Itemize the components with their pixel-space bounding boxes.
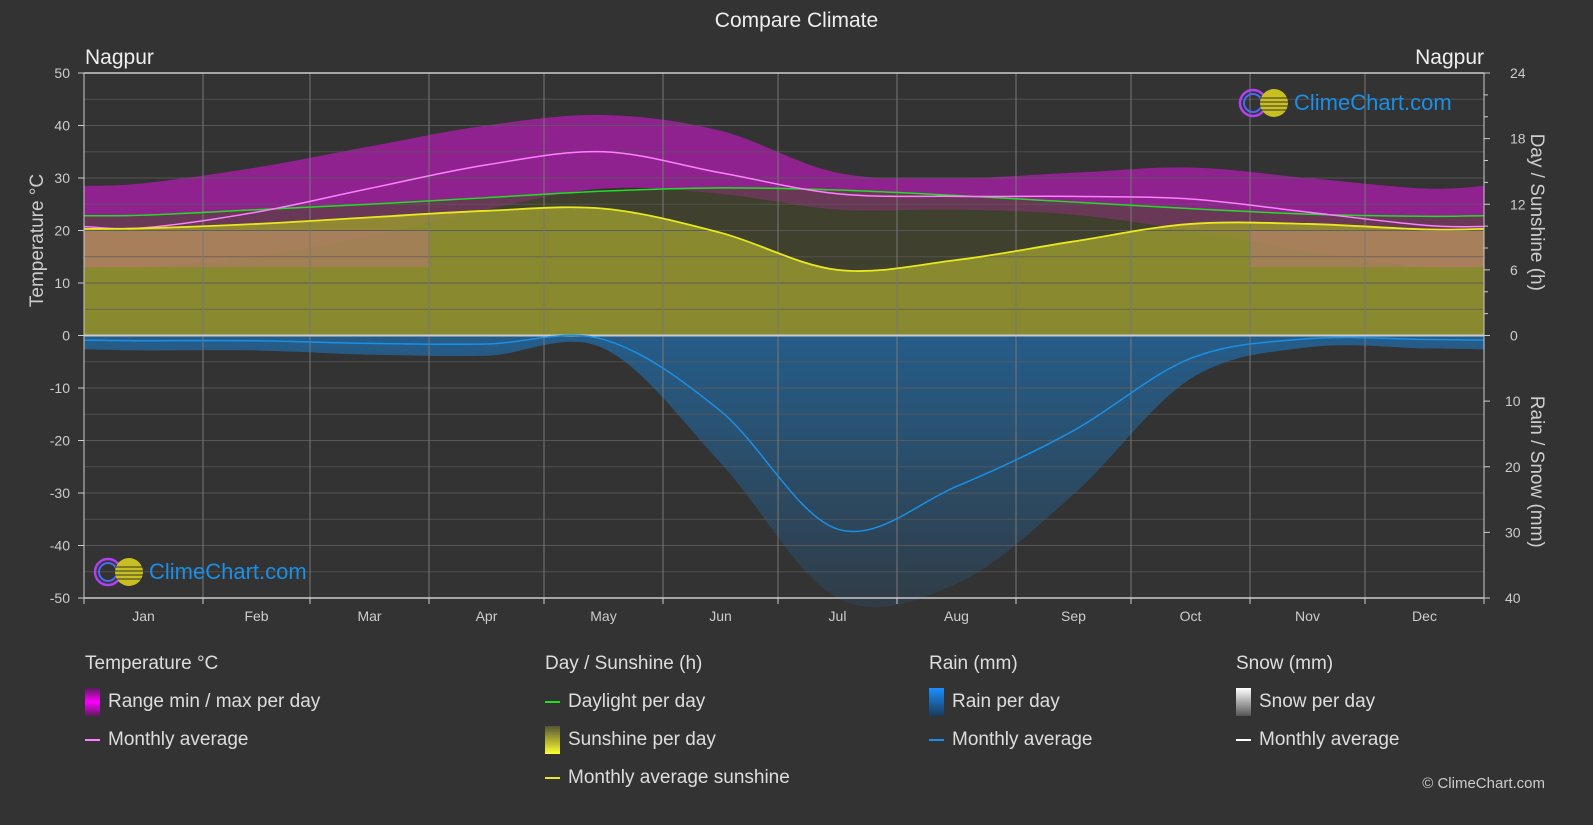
- left-axis-tick-label: 50: [54, 65, 70, 81]
- left-axis-tick-label: 30: [54, 170, 70, 186]
- left-axis-tick-label: -40: [50, 538, 70, 554]
- legend-label: Monthly average sunshine: [568, 767, 790, 788]
- legend-item-temp-range: Range min / max per day: [85, 688, 321, 716]
- legend-item-sunshine-avg: Monthly average sunshine: [545, 767, 790, 789]
- legend-item-rain-avg: Monthly average: [929, 729, 1092, 751]
- legend-label: Sunshine per day: [568, 729, 716, 750]
- temp-avg-line-icon: [85, 739, 100, 741]
- right-axis-tick-label: 30: [1505, 524, 1521, 540]
- snow-swatch-icon: [1236, 688, 1251, 716]
- right-axis-tick-label: 24: [1510, 65, 1526, 81]
- chart-title: Compare Climate: [714, 9, 879, 32]
- legend-label: Daylight per day: [568, 691, 706, 712]
- x-axis-tick-label: Oct: [1180, 608, 1202, 624]
- legend-label: Snow per day: [1259, 691, 1376, 712]
- legend-item-snow-avg: Monthly average: [1236, 729, 1399, 751]
- legend-header: Day / Sunshine (h): [545, 653, 703, 674]
- city-label-right: Nagpur: [1415, 46, 1484, 69]
- temp-sunshine-overlap-right: [1250, 230, 1484, 268]
- copyright: © ClimeChart.com: [1422, 775, 1545, 792]
- right-axis-tick-label: 0: [1510, 328, 1518, 344]
- sunshine-swatch-icon: [545, 726, 560, 754]
- right-axis-title-hours: Day / Sunshine (h): [1526, 134, 1547, 291]
- left-axis-title: Temperature °C: [27, 174, 48, 307]
- left-axis-tick-label: -20: [50, 433, 70, 449]
- x-axis-tick-label: Apr: [476, 608, 498, 624]
- watermark-logo-top[interactable]: ClimeChart.com: [1238, 88, 1452, 118]
- right-axis-tick-label: 40: [1505, 590, 1521, 606]
- left-axis-tick-label: 20: [54, 223, 70, 239]
- snow-avg-line-icon: [1236, 739, 1251, 741]
- temp-range-swatch-icon: [85, 688, 100, 716]
- x-axis-tick-label: Mar: [357, 608, 381, 624]
- rain-swatch-icon: [929, 688, 944, 716]
- x-axis-tick-label: Aug: [944, 608, 969, 624]
- right-axis-tick-label: 12: [1510, 196, 1526, 212]
- daylight-line-icon: [545, 701, 560, 703]
- right-axis-tick-label: 18: [1510, 131, 1526, 147]
- legend-item-daylight: Daylight per day: [545, 691, 790, 713]
- right-axis-title-mm: Rain / Snow (mm): [1526, 396, 1547, 548]
- legend-snow: Snow (mm) Snow per day Monthly average: [1236, 653, 1399, 767]
- left-axis-tick-label: 10: [54, 275, 70, 291]
- x-axis-tick-label: Jul: [829, 608, 847, 624]
- legend-rain: Rain (mm) Rain per day Monthly average: [929, 653, 1092, 767]
- legend-label: Monthly average: [952, 729, 1093, 750]
- left-axis-tick-label: -30: [50, 485, 70, 501]
- sunshine-avg-line-icon: [545, 777, 560, 779]
- legend-header: Rain (mm): [929, 653, 1018, 674]
- temp-sunshine-overlap-left: [84, 230, 429, 268]
- legend-label: Rain per day: [952, 691, 1060, 712]
- city-label-left: Nagpur: [85, 46, 154, 69]
- left-axis-tick-label: 40: [54, 118, 70, 134]
- legend-item-snow: Snow per day: [1236, 688, 1399, 716]
- x-axis-tick-label: Jun: [709, 608, 732, 624]
- legend-header: Snow (mm): [1236, 653, 1334, 674]
- right-axis-tick-label: 6: [1510, 262, 1518, 278]
- x-axis-tick-label: Nov: [1295, 608, 1320, 624]
- x-axis-tick-label: Jan: [132, 608, 155, 624]
- left-axis-tick-label: 0: [62, 328, 70, 344]
- legend-item-temp-avg: Monthly average: [85, 729, 320, 751]
- x-axis-tick-label: May: [590, 608, 616, 624]
- left-axis-tick-label: -10: [50, 380, 70, 396]
- x-axis-tick-label: Feb: [244, 608, 268, 624]
- right-axis-tick-label: 20: [1505, 459, 1521, 475]
- left-axis-tick-label: -50: [50, 590, 70, 606]
- legend-item-rain: Rain per day: [929, 688, 1092, 716]
- climechart-logo-icon: [93, 557, 143, 587]
- watermark-logo-bottom[interactable]: ClimeChart.com: [93, 557, 307, 587]
- legend-header: Temperature °C: [85, 653, 219, 674]
- legend-sunshine: Day / Sunshine (h) Daylight per day Suns…: [545, 653, 790, 805]
- rain-avg-line-icon: [929, 739, 944, 741]
- climechart-logo-icon: [1238, 88, 1288, 118]
- x-axis-tick-label: Dec: [1412, 608, 1437, 624]
- watermark-text: ClimeChart.com: [149, 559, 307, 584]
- legend-label: Monthly average: [108, 729, 249, 750]
- legend-item-sunshine: Sunshine per day: [545, 726, 790, 754]
- x-axis-tick-label: Sep: [1061, 608, 1086, 624]
- right-axis-tick-label: 10: [1505, 393, 1521, 409]
- legend-label: Monthly average: [1259, 729, 1400, 750]
- legend-label: Range min / max per day: [108, 691, 321, 712]
- watermark-text: ClimeChart.com: [1294, 90, 1452, 115]
- legend-temperature: Temperature °C Range min / max per day M…: [85, 653, 320, 767]
